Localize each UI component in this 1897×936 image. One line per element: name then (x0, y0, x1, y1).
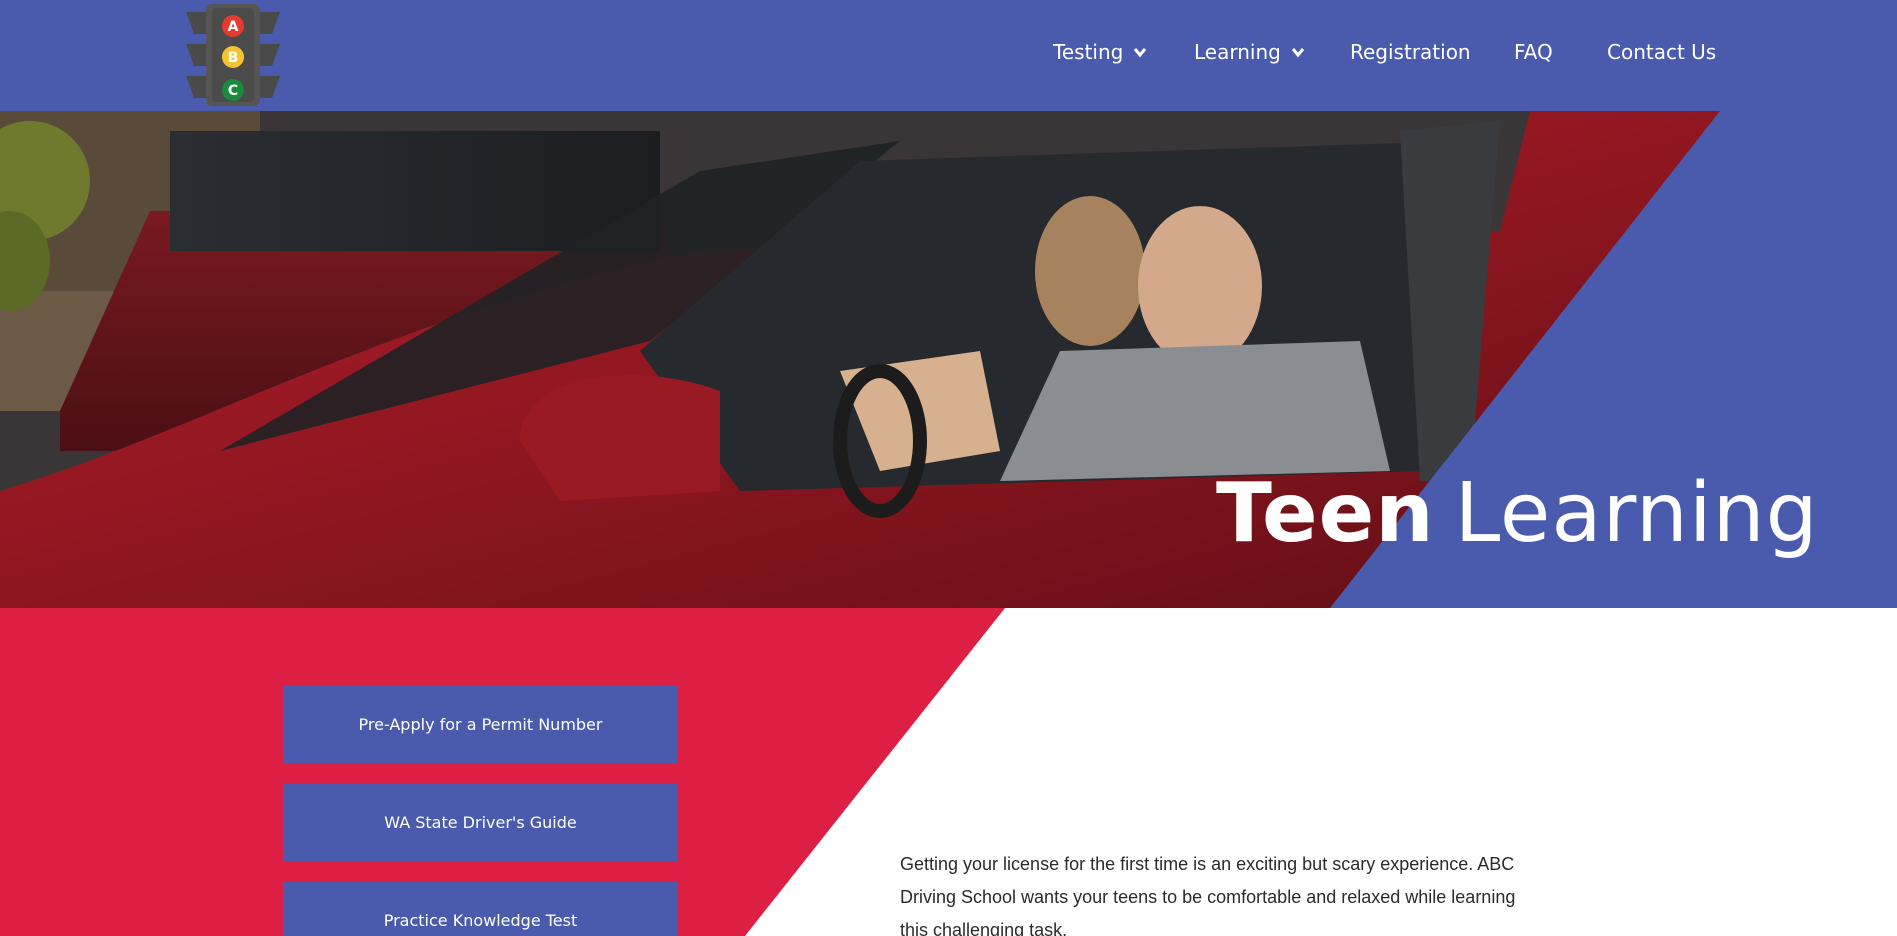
site-header: A B C Testing Learning Registration FAQ … (0, 0, 1897, 111)
content-section: Pre-Apply for a Permit Number WA State D… (0, 608, 1897, 936)
logo-letter-b: B (228, 50, 239, 66)
pre-apply-permit-label: Pre-Apply for a Permit Number (358, 715, 603, 734)
traffic-light-logo[interactable]: A B C (186, 4, 280, 106)
hero-banner: Teen Learning (0, 111, 1897, 608)
drivers-guide-button[interactable]: WA State Driver's Guide (283, 784, 678, 861)
pre-apply-permit-button[interactable]: Pre-Apply for a Permit Number (283, 686, 678, 763)
chevron-down-icon (1291, 48, 1304, 58)
practice-test-button[interactable]: Practice Knowledge Test (283, 882, 678, 936)
nav-item-testing[interactable]: Testing (1053, 40, 1147, 64)
hero-title: Teen Learning (1216, 466, 1819, 561)
hero-title-light: Learning (1454, 466, 1819, 561)
nav-item-learning-label: Learning (1194, 40, 1281, 64)
nav-item-faq[interactable]: FAQ (1514, 40, 1553, 64)
logo-letter-c: C (228, 83, 238, 99)
nav-item-contact-us-label: Contact Us (1607, 40, 1717, 64)
nav-item-learning[interactable]: Learning (1194, 40, 1305, 64)
practice-test-label: Practice Knowledge Test (383, 911, 578, 930)
nav-item-contact-us[interactable]: Contact Us (1607, 40, 1716, 64)
hero-title-bold: Teen (1216, 466, 1435, 561)
nav-item-testing-label: Testing (1053, 40, 1124, 64)
nav-item-registration[interactable]: Registration (1350, 40, 1471, 64)
chevron-down-icon (1134, 48, 1147, 58)
drivers-guide-label: WA State Driver's Guide (384, 813, 577, 832)
nav-item-registration-label: Registration (1350, 40, 1471, 64)
logo-letter-a: A (228, 19, 239, 35)
intro-paragraph: Getting your license for the first time … (900, 854, 1516, 936)
nav-item-faq-label: FAQ (1514, 40, 1553, 64)
